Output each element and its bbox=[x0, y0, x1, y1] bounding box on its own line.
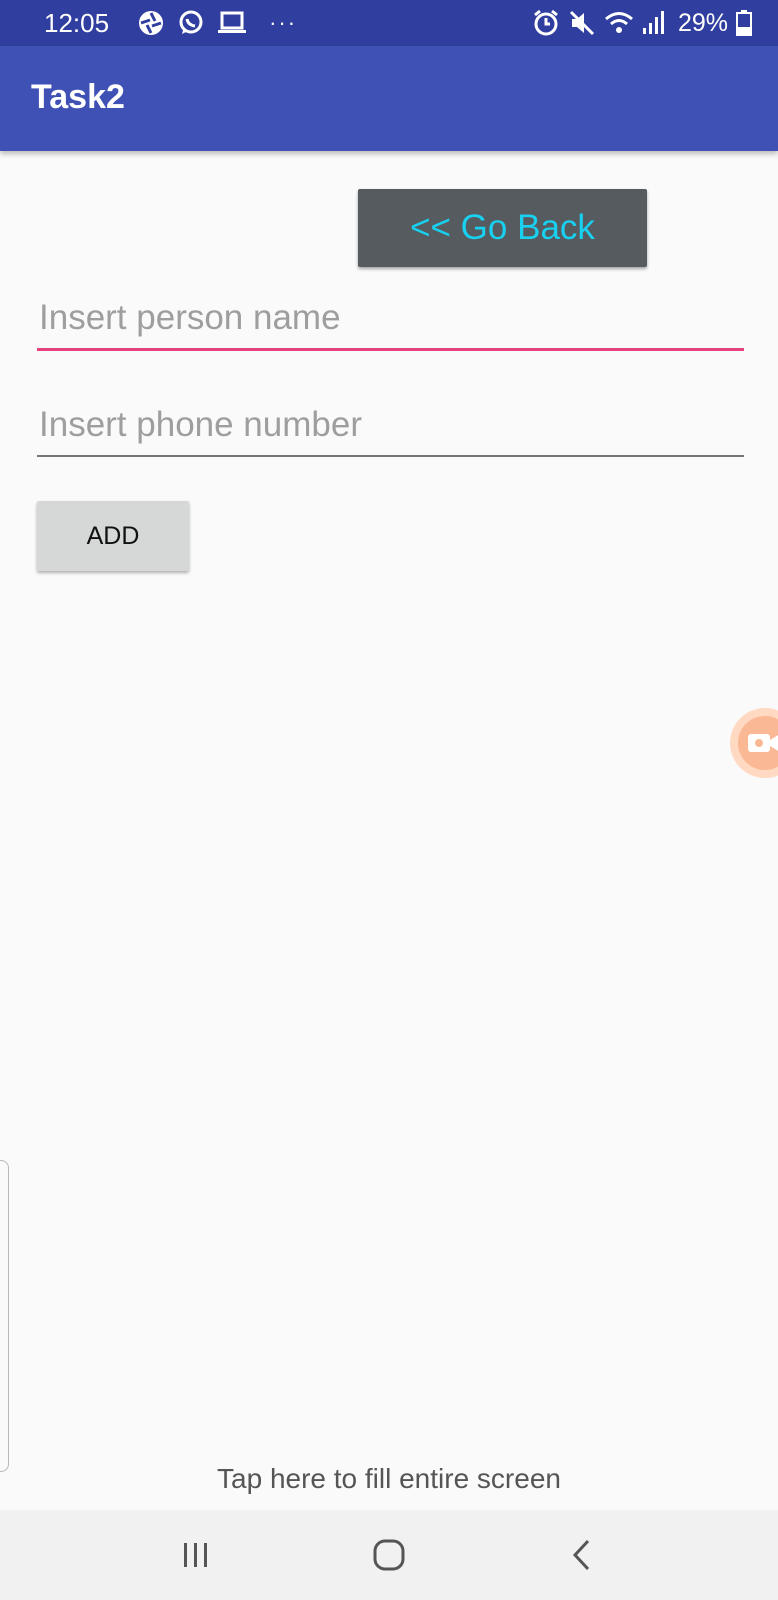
back-chevron-icon bbox=[570, 1538, 594, 1572]
home-button[interactable] bbox=[349, 1515, 429, 1595]
go-back-button[interactable]: << Go Back bbox=[358, 189, 647, 267]
recent-apps-icon bbox=[181, 1540, 211, 1570]
status-time: 12:05 bbox=[44, 7, 110, 38]
battery-icon bbox=[736, 9, 752, 37]
app-title: Task2 bbox=[31, 78, 125, 116]
signal-icon bbox=[642, 10, 666, 36]
side-panel-handle[interactable] bbox=[0, 1160, 9, 1472]
app-bar: Task2 bbox=[0, 46, 778, 151]
back-button[interactable] bbox=[542, 1515, 622, 1595]
battery-percent: 29% bbox=[677, 8, 728, 37]
phone-number-input[interactable] bbox=[37, 395, 744, 457]
more-icon: ··· bbox=[269, 10, 298, 35]
record-button[interactable] bbox=[738, 716, 778, 770]
home-icon bbox=[372, 1538, 406, 1572]
whatsapp-icon bbox=[177, 9, 205, 37]
laptop-icon bbox=[217, 10, 247, 36]
status-bar: 12:05 ··· 29% bbox=[0, 0, 778, 46]
navigation-bar bbox=[0, 1510, 778, 1600]
wifi-icon bbox=[604, 10, 634, 36]
status-right: 29% bbox=[532, 9, 752, 38]
alarm-icon bbox=[532, 9, 560, 37]
screen-recorder-bubble[interactable] bbox=[730, 708, 778, 778]
recent-apps-button[interactable] bbox=[156, 1515, 236, 1595]
fill-screen-hint[interactable]: Tap here to fill entire screen bbox=[0, 1463, 778, 1495]
add-button[interactable]: ADD bbox=[37, 501, 189, 571]
video-camera-icon bbox=[748, 731, 778, 755]
aperture-icon bbox=[137, 9, 165, 37]
status-left: 12:05 ··· bbox=[44, 8, 532, 39]
mute-icon bbox=[568, 9, 596, 37]
person-name-input[interactable] bbox=[37, 288, 744, 351]
